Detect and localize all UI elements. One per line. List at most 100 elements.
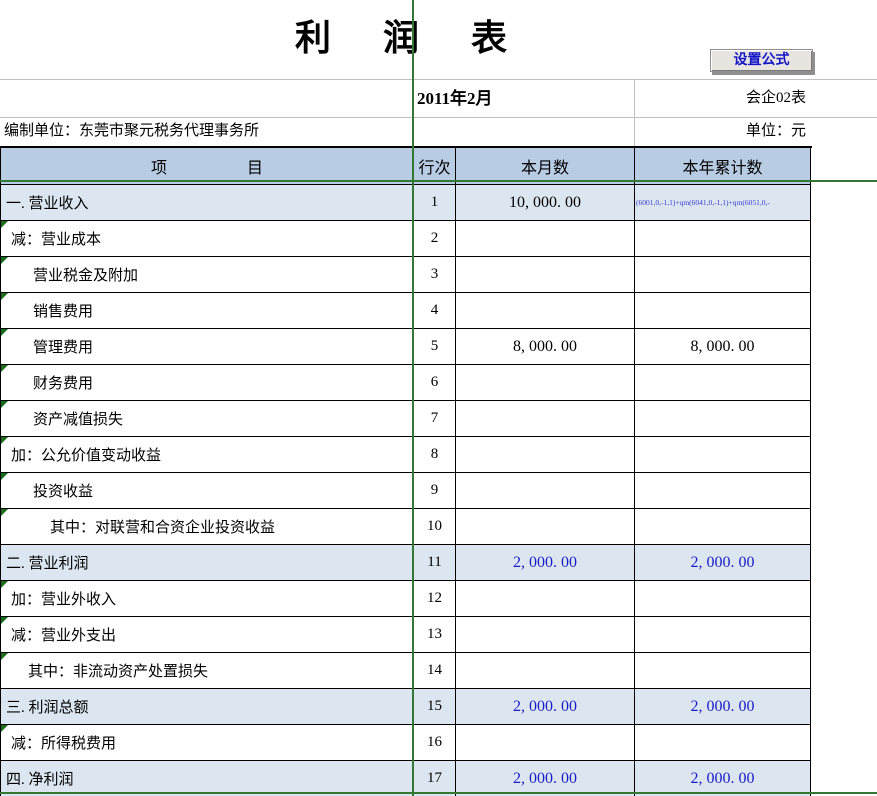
item-cell[interactable]: 减：营业外支出 [1,617,414,652]
month-value-cell[interactable] [456,365,635,400]
item-cell[interactable]: 管理费用 [1,329,414,364]
month-value-cell[interactable] [456,581,635,616]
line-number-cell[interactable]: 10 [414,509,456,544]
page-break-horizontal-line-top [0,180,877,182]
year-value-cell[interactable]: 8, 000. 00 [635,329,811,364]
table-row: 一. 营业收入 1 10, 000. 00 (6001,0,-1,1)+qm(6… [1,185,811,221]
comment-triangle-icon [1,437,8,444]
line-number-cell[interactable]: 4 [414,293,456,328]
year-value-cell[interactable] [635,293,811,328]
item-cell[interactable]: 加：公允价值变动收益 [1,437,414,472]
line-number-cell[interactable]: 13 [414,617,456,652]
table-row: 其中：对联营和合资企业投资收益 10 [1,509,811,545]
item-label: 减：营业成本 [11,228,101,249]
comment-triangle-icon [1,257,8,264]
month-value-cell[interactable] [456,509,635,544]
month-value-cell[interactable] [456,725,635,760]
column-header-line[interactable]: 行次 [414,148,456,184]
table-row: 管理费用 5 8, 000. 00 8, 000. 00 [1,329,811,365]
item-cell[interactable]: 减：所得税费用 [1,725,414,760]
month-value-cell[interactable] [456,653,635,688]
item-label: 营业税金及附加 [33,264,138,285]
line-number-cell[interactable]: 7 [414,401,456,436]
table-body: 一. 营业收入 1 10, 000. 00 (6001,0,-1,1)+qm(6… [1,185,812,796]
month-value-cell[interactable]: 2, 000. 00 [456,545,635,580]
table-row: 减：营业外支出 13 [1,617,811,653]
item-cell[interactable]: 加：营业外收入 [1,581,414,616]
year-value-cell[interactable] [635,221,811,256]
item-cell[interactable]: 资产减值损失 [1,401,414,436]
line-number-cell[interactable]: 12 [414,581,456,616]
month-value-cell[interactable] [456,293,635,328]
line-number-cell[interactable]: 1 [414,185,456,220]
year-value-cell[interactable] [635,437,811,472]
line-number-cell[interactable]: 6 [414,365,456,400]
table-row: 三. 利润总额 15 2, 000. 00 2, 000. 00 [1,689,811,725]
month-value-cell[interactable] [456,401,635,436]
year-value-cell[interactable] [635,653,811,688]
column-header-year[interactable]: 本年累计数 [635,148,811,184]
item-cell[interactable]: 减：营业成本 [1,221,414,256]
year-value-cell[interactable] [635,617,811,652]
line-number-cell[interactable]: 8 [414,437,456,472]
year-value-cell[interactable] [635,725,811,760]
comment-triangle-icon [1,617,8,624]
table-row: 减：所得税费用 16 [1,725,811,761]
line-number-cell[interactable]: 17 [414,761,456,796]
month-value-cell[interactable] [456,473,635,508]
item-label: 加：公允价值变动收益 [11,444,161,465]
month-value-cell[interactable] [456,437,635,472]
month-value-cell[interactable]: 2, 000. 00 [456,689,635,724]
set-formula-button[interactable]: 设置公式 [710,49,813,72]
comment-triangle-icon [1,221,8,228]
unit-cell[interactable]: 单位：元 [634,117,806,146]
comment-triangle-icon [1,725,8,732]
month-value-cell[interactable] [456,617,635,652]
line-number-cell[interactable]: 15 [414,689,456,724]
line-number-cell[interactable]: 3 [414,257,456,292]
year-value-cell[interactable]: 2, 000. 00 [635,689,811,724]
comment-triangle-icon [1,509,8,516]
item-cell[interactable]: 其中：非流动资产处置损失 [1,653,414,688]
year-value-cell[interactable] [635,581,811,616]
month-value-cell[interactable] [456,221,635,256]
item-cell[interactable]: 三. 利润总额 [1,689,414,724]
line-number-cell[interactable]: 11 [414,545,456,580]
month-value-cell[interactable]: 10, 000. 00 [456,185,635,220]
table-row: 营业税金及附加 3 [1,257,811,293]
item-cell[interactable]: 营业税金及附加 [1,257,414,292]
item-cell[interactable]: 四. 净利润 [1,761,414,796]
item-label: 减：营业外支出 [11,624,116,645]
line-number-cell[interactable]: 9 [414,473,456,508]
month-value-cell[interactable]: 8, 000. 00 [456,329,635,364]
prepared-by-cell[interactable]: 编制单位：东莞市聚元税务代理事务所 [0,117,504,146]
year-value-cell[interactable] [635,401,811,436]
table-row: 其中：非流动资产处置损失 14 [1,653,811,689]
item-label: 投资收益 [33,480,93,501]
year-value-cell[interactable]: 2, 000. 00 [635,545,811,580]
item-cell[interactable]: 销售费用 [1,293,414,328]
item-cell[interactable]: 二. 营业利润 [1,545,414,580]
table-row: 财务费用 6 [1,365,811,401]
line-number-cell[interactable]: 16 [414,725,456,760]
line-number-cell[interactable]: 2 [414,221,456,256]
year-value-cell[interactable] [635,473,811,508]
year-value-cell[interactable] [635,509,811,544]
month-value-cell[interactable] [456,257,635,292]
year-value-cell[interactable] [635,257,811,292]
item-label: 财务费用 [33,372,93,393]
item-cell[interactable]: 一. 营业收入 [1,185,414,220]
year-value-cell[interactable] [635,365,811,400]
line-number-cell[interactable]: 14 [414,653,456,688]
item-cell[interactable]: 财务费用 [1,365,414,400]
line-number-cell[interactable]: 5 [414,329,456,364]
year-value-cell[interactable]: (6001,0,-1,1)+qm(6041,0,-1,1)+qm(6051,0,… [635,185,811,220]
column-header-month[interactable]: 本月数 [456,148,635,184]
form-number-cell[interactable]: 会企02表 [634,80,806,117]
period-cell[interactable]: 2011年2月 [413,80,635,117]
month-value-cell[interactable]: 2, 000. 00 [456,761,635,796]
item-cell[interactable]: 其中：对联营和合资企业投资收益 [1,509,414,544]
column-header-item[interactable]: 项 目 [1,148,414,184]
year-value-cell[interactable]: 2, 000. 00 [635,761,811,796]
item-cell[interactable]: 投资收益 [1,473,414,508]
